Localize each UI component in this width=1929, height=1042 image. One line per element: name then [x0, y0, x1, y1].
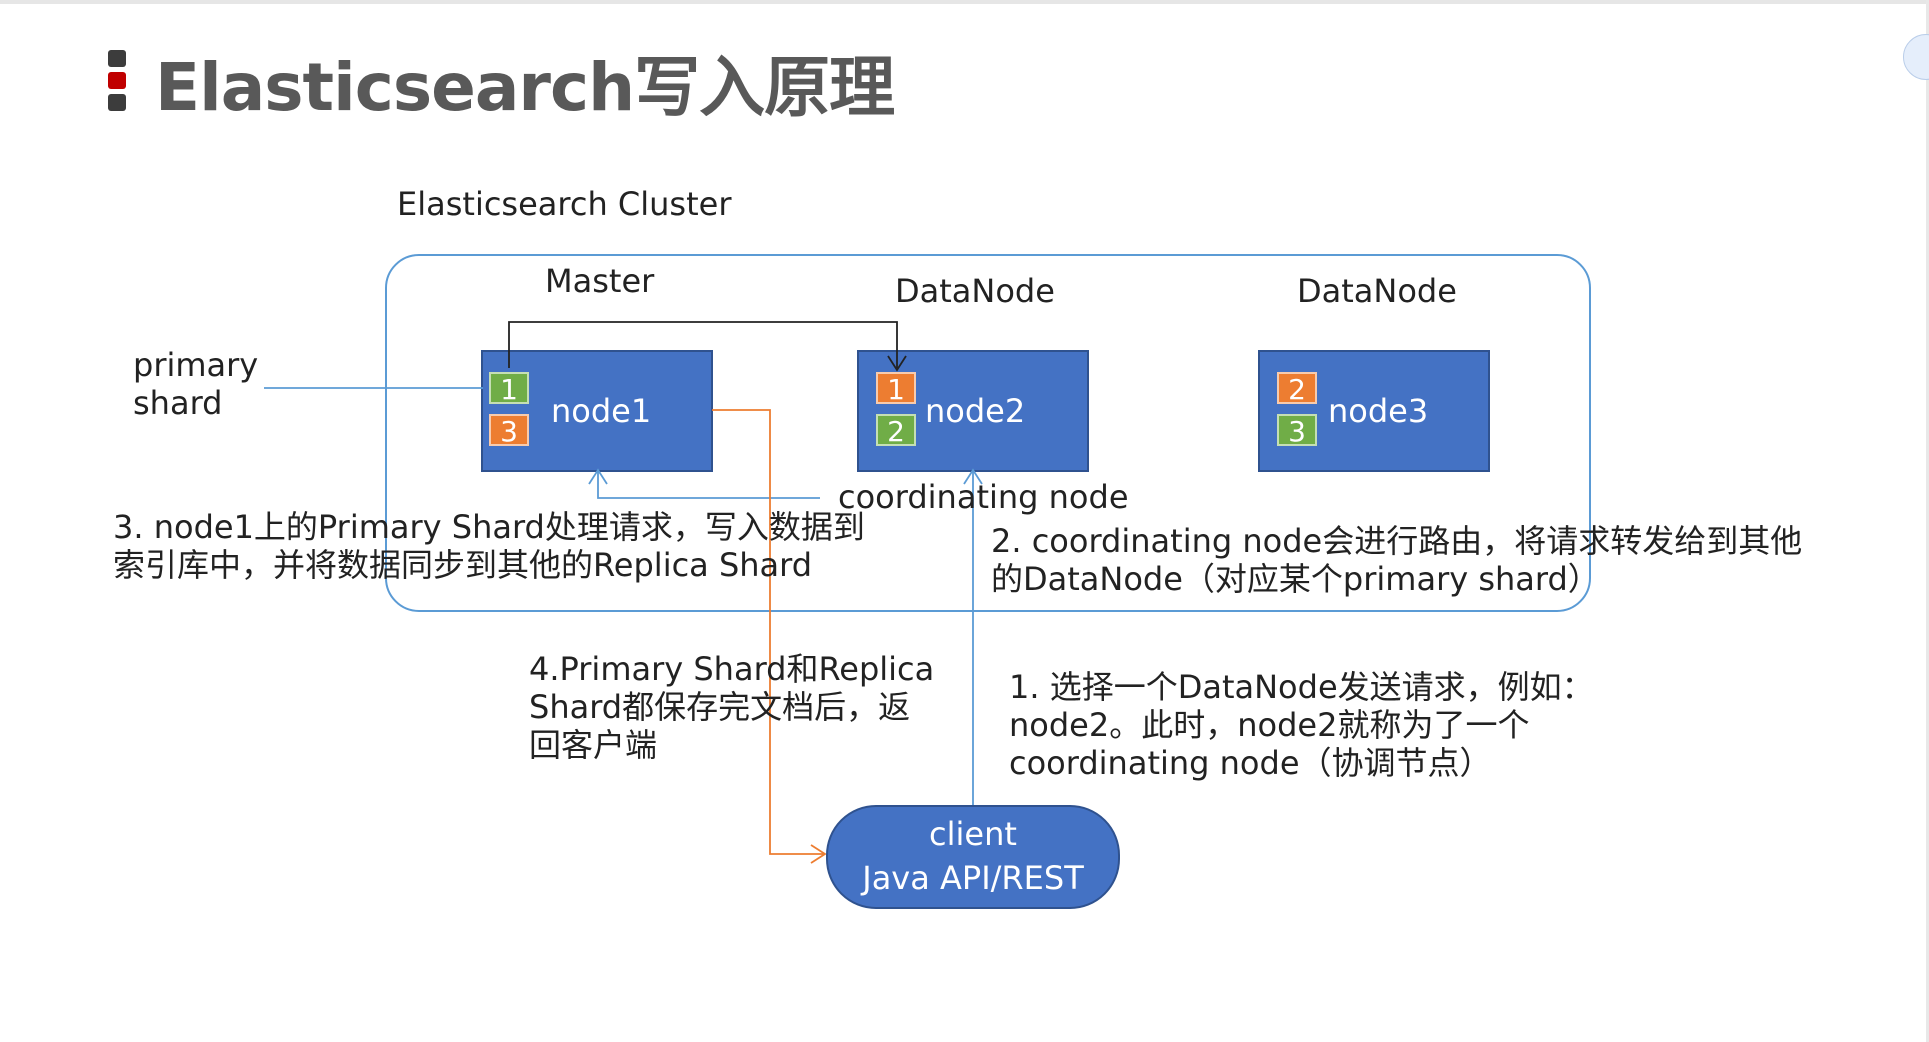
step2-line2: 的DataNode（对应某个primary shard） [991, 560, 1600, 598]
primary-shard-label-line1: primary [133, 346, 259, 384]
node2-to-node1-request-line [597, 472, 820, 499]
step1-line2: node2。此时，node2就称为了一个 [1009, 706, 1530, 744]
step2-line1: 2. coordinating node会进行路由，将请求转发给到其他 [991, 522, 1803, 560]
client-node: client Java API/REST [826, 805, 1120, 909]
node1-to-client-response-line [712, 409, 824, 855]
step1-line1: 1. 选择一个DataNode发送请求，例如： [1009, 668, 1594, 706]
primary-shard-label-line2: shard [133, 384, 223, 422]
client-label: client [929, 815, 1017, 853]
master-to-node2-line [508, 321, 898, 368]
step1-line3: coordinating node（协调节点） [1009, 744, 1492, 782]
step4-line2: Shard都保存完文档后，返 [529, 688, 911, 726]
client-api-label: Java API/REST [862, 859, 1084, 897]
step3-line1: 3. node1上的Primary Shard处理请求，写入数据到 [113, 508, 865, 546]
step4-line3: 回客户端 [529, 726, 658, 764]
step3-line2: 索引库中，并将数据同步到其他的Replica Shard [113, 546, 813, 584]
coordinating-node-label: coordinating node [838, 478, 1129, 516]
step4-line1: 4.Primary Shard和Replica [529, 650, 935, 688]
